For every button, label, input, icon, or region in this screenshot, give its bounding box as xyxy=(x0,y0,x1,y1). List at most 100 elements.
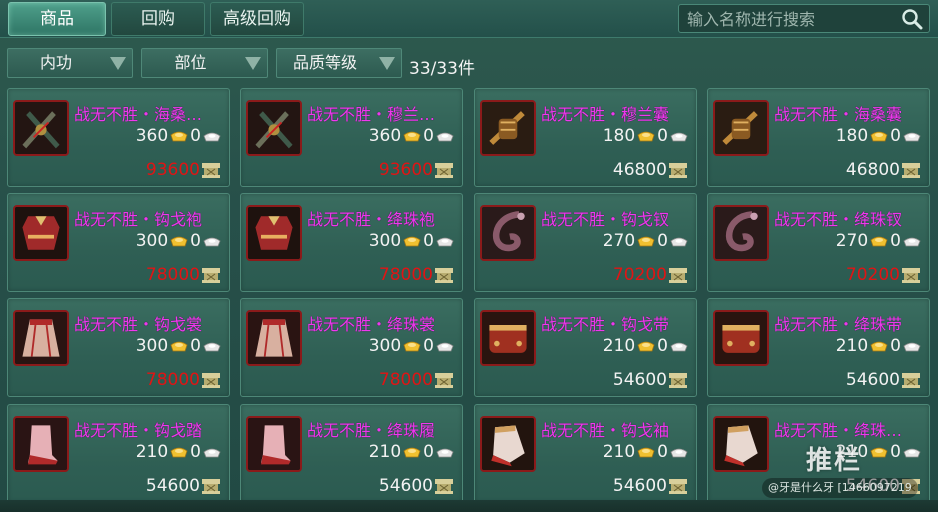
coupon-icon xyxy=(435,479,453,494)
item-card[interactable]: 战无不胜・绛珠袍 300 0 78000 xyxy=(240,193,463,292)
item-price-value: 70200 xyxy=(845,265,900,285)
item-card[interactable]: 战无不胜・钩戈带 210 0 54600 xyxy=(474,298,697,397)
coupon-icon xyxy=(669,163,687,178)
item-cost-value: 210 xyxy=(368,442,402,462)
item-name: 战无不胜・穆兰囊 xyxy=(541,105,670,124)
gold-ingot-icon xyxy=(637,236,655,247)
item-card[interactable]: 战无不胜・绛珠裳 300 0 78000 xyxy=(240,298,463,397)
item-price: 54600 xyxy=(613,369,688,391)
chevron-down-icon xyxy=(379,57,395,70)
bottom-strip xyxy=(0,500,938,512)
item-cost: 210 0 xyxy=(369,441,454,463)
item-silver-value: 0 xyxy=(423,336,434,356)
gold-ingot-icon xyxy=(870,236,888,247)
item-card[interactable]: 战无不胜・海桑… 360 0 93600 xyxy=(7,88,230,187)
hairpin-icon xyxy=(713,205,769,261)
filter-neigong-dropdown[interactable]: 内功 xyxy=(7,48,133,78)
item-price: 70200 xyxy=(846,264,921,286)
item-card[interactable]: 战无不胜・绛珠带 210 0 54600 xyxy=(707,298,930,397)
item-card[interactable]: 战无不胜・钩戈钗 270 0 70200 xyxy=(474,193,697,292)
gold-ingot-icon xyxy=(870,341,888,352)
item-silver-value: 0 xyxy=(190,126,201,146)
item-name: 战无不胜・钩戈袍 xyxy=(74,210,203,229)
silver-ingot-icon xyxy=(670,448,688,457)
silver-ingot-icon xyxy=(203,132,221,141)
item-card[interactable]: 战无不胜・钩戈踏 210 0 54600 xyxy=(7,404,230,503)
chevron-down-icon xyxy=(245,57,261,70)
item-cost: 180 0 xyxy=(836,125,921,147)
item-name: 战无不胜・绛珠… xyxy=(774,421,903,440)
coupon-icon xyxy=(902,163,920,178)
robe-icon xyxy=(13,205,69,261)
search-icon[interactable] xyxy=(901,8,923,30)
item-silver-value: 0 xyxy=(657,336,668,356)
item-name: 战无不胜・绛珠带 xyxy=(774,315,903,334)
tab-goods[interactable]: 商品 xyxy=(8,2,106,36)
item-silver-value: 0 xyxy=(890,126,901,146)
item-cost-value: 180 xyxy=(835,126,869,146)
item-price: 54600 xyxy=(846,369,921,391)
robe-icon xyxy=(246,205,302,261)
skirt-icon xyxy=(13,310,69,366)
item-price: 46800 xyxy=(846,159,921,181)
item-cost: 210 0 xyxy=(603,335,688,357)
item-name: 战无不胜・绛珠钗 xyxy=(774,210,903,229)
sleeve-icon xyxy=(480,416,536,472)
item-name: 战无不胜・穆兰… xyxy=(307,105,436,124)
gold-ingot-icon xyxy=(637,341,655,352)
item-cost: 270 0 xyxy=(603,230,688,252)
item-cost-value: 180 xyxy=(602,126,636,146)
item-card[interactable]: 战无不胜・钩戈袖 210 0 54600 xyxy=(474,404,697,503)
coupon-icon xyxy=(202,479,220,494)
item-card[interactable]: 战无不胜・穆兰囊 180 0 46800 xyxy=(474,88,697,187)
item-cost: 210 0 xyxy=(836,335,921,357)
filter-quality-dropdown[interactable]: 品质等级 xyxy=(276,48,402,78)
boots-icon xyxy=(246,416,302,472)
silver-ingot-icon xyxy=(203,237,221,246)
search-input[interactable] xyxy=(687,7,897,31)
item-price-value: 70200 xyxy=(612,265,667,285)
item-price: 93600 xyxy=(146,159,221,181)
item-cost: 360 0 xyxy=(136,125,221,147)
item-card[interactable]: 战无不胜・海桑囊 180 0 46800 xyxy=(707,88,930,187)
item-card[interactable]: 战无不胜・绛珠钗 270 0 70200 xyxy=(707,193,930,292)
item-price: 70200 xyxy=(613,264,688,286)
coupon-icon xyxy=(202,268,220,283)
item-price: 78000 xyxy=(379,369,454,391)
item-name: 战无不胜・海桑… xyxy=(74,105,203,124)
item-silver-value: 0 xyxy=(657,126,668,146)
weapon-dual-icon xyxy=(246,100,302,156)
pouch-icon xyxy=(480,100,536,156)
gold-ingot-icon xyxy=(170,341,188,352)
gold-ingot-icon xyxy=(403,131,421,142)
item-price-value: 78000 xyxy=(145,370,200,390)
item-card[interactable]: 战无不胜・钩戈裳 300 0 78000 xyxy=(7,298,230,397)
item-price-value: 78000 xyxy=(378,370,433,390)
tab-buyback[interactable]: 回购 xyxy=(111,2,205,36)
filter-slot-dropdown[interactable]: 部位 xyxy=(141,48,268,78)
item-cost: 300 0 xyxy=(136,335,221,357)
gold-ingot-icon xyxy=(637,131,655,142)
tab-advanced-buyback[interactable]: 高级回购 xyxy=(210,2,304,36)
gold-ingot-icon xyxy=(170,236,188,247)
item-price: 78000 xyxy=(146,369,221,391)
item-silver-value: 0 xyxy=(190,336,201,356)
item-name: 战无不胜・绛珠裳 xyxy=(307,315,436,334)
item-card[interactable]: 战无不胜・穆兰… 360 0 93600 xyxy=(240,88,463,187)
item-price-value: 46800 xyxy=(612,160,667,180)
hairpin-icon xyxy=(480,205,536,261)
item-silver-value: 0 xyxy=(190,442,201,462)
item-name: 战无不胜・绛珠袍 xyxy=(307,210,436,229)
gold-ingot-icon xyxy=(403,447,421,458)
item-name: 战无不胜・钩戈裳 xyxy=(74,315,203,334)
item-silver-value: 0 xyxy=(890,442,901,462)
filter-slot-label: 部位 xyxy=(174,53,207,72)
silver-ingot-icon xyxy=(670,132,688,141)
silver-ingot-icon xyxy=(903,237,921,246)
item-card[interactable]: 战无不胜・绛珠履 210 0 54600 xyxy=(240,404,463,503)
item-cost-value: 300 xyxy=(368,336,402,356)
gold-ingot-icon xyxy=(637,447,655,458)
silver-ingot-icon xyxy=(436,132,454,141)
item-count: 33/33件 xyxy=(409,59,475,79)
item-card[interactable]: 战无不胜・钩戈袍 300 0 78000 xyxy=(7,193,230,292)
